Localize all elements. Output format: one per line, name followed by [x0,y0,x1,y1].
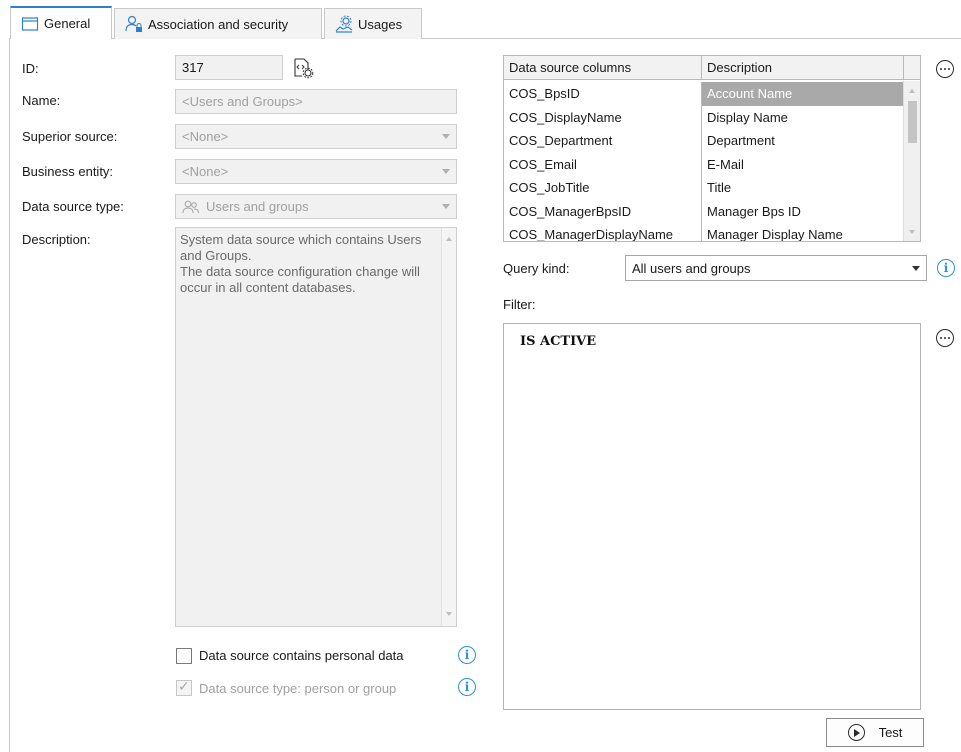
name-label: Name: [22,93,61,108]
business-entity-select[interactable]: <None> [175,159,457,184]
grid-cell-column: COS_DisplayName [504,105,702,129]
grid-cell-column: COS_ManagerBpsID [504,199,702,223]
table-row[interactable]: COS_ManagerBpsID Manager Bps ID [504,199,904,223]
superior-source-select[interactable]: <None> [175,124,457,149]
grid-cell-column: COS_ManagerDisplayName [504,223,702,241]
data-source-type-select[interactable]: Users and groups [175,194,457,219]
description-textarea[interactable]: System data source which contains Users … [175,227,457,627]
table-row[interactable]: COS_JobTitle Title [504,176,904,200]
tab-association-security-label: Association and security [148,16,289,32]
scroll-down-icon[interactable] [909,230,915,234]
grid-cell-description: Manager Bps ID [707,203,801,219]
grid-cell-column: COS_JobTitle [504,176,702,200]
grid-cell-description: Manager Display Name [707,227,843,242]
filter-editor[interactable]: IS ACTIVE [503,323,921,710]
more-options-icon[interactable] [936,329,954,347]
usage-gear-icon [335,15,353,33]
chevron-down-icon [912,266,920,271]
query-kind-value: All users and groups [632,260,751,276]
tab-usages[interactable]: Usages [324,8,422,39]
person-group-label: Data source type: person or group [199,681,397,696]
superior-source-label: Superior source: [22,129,118,144]
grid-cell-description: Account Name [702,82,904,106]
grid-cell-description: E-Mail [707,156,744,172]
name-field[interactable]: <Users and Groups> [175,89,457,114]
data-source-columns-grid[interactable]: Data source columns Description COS_BpsI… [503,55,921,242]
id-value: 317 [182,60,204,75]
person-group-checkbox: ✓ [176,678,192,696]
tab-general[interactable]: General [10,6,112,39]
grid-scroll-thumb[interactable] [908,101,917,143]
grid-cell-description: Title [707,180,732,195]
grid-cell-description: Department [707,133,775,148]
name-value: <Users and Groups> [182,94,303,109]
table-row[interactable]: COS_Department Department [504,129,904,153]
info-icon[interactable]: i [458,646,476,664]
chevron-down-icon [442,134,450,139]
id-label: ID: [22,61,39,76]
scroll-up-icon[interactable] [446,237,452,241]
table-row[interactable]: COS_BpsID Account Name [504,82,904,106]
chevron-down-icon [442,204,450,209]
user-lock-icon [125,15,143,33]
filter-expression: IS ACTIVE [520,334,597,349]
code-settings-icon[interactable] [292,57,314,79]
query-kind-select[interactable]: All users and groups [625,255,927,281]
info-icon[interactable]: i [937,259,955,277]
filter-label: Filter: [503,297,536,312]
description-scrollbar[interactable] [441,228,456,626]
tab-general-label: General [44,16,91,31]
description-value: System data source which contains Users … [180,232,422,295]
table-row[interactable]: COS_Email E-Mail [504,152,904,176]
info-icon[interactable]: i [458,678,476,696]
personal-data-label: Data source contains personal data [199,648,404,663]
tab-bar: General Association and security Usages [0,0,961,40]
personal-data-checkbox[interactable] [176,648,192,664]
scroll-down-icon[interactable] [446,612,452,616]
business-entity-value: <None> [182,164,229,179]
business-entity-label: Business entity: [22,164,114,179]
grid-cell-column: COS_Department [504,129,702,153]
grid-header-description[interactable]: Description [702,56,904,80]
play-icon [847,724,865,741]
users-group-icon [182,200,200,214]
grid-cell-column: COS_Email [504,152,702,176]
grid-header: Data source columns Description [504,56,920,80]
description-label: Description: [22,232,91,247]
tab-usages-label: Usages [358,16,403,32]
table-row[interactable]: COS_ManagerDisplayName Manager Display N… [504,223,904,242]
grid-scrollbar[interactable] [903,81,920,241]
grid-cell-column: COS_BpsID [504,82,702,106]
table-row[interactable]: COS_DisplayName Display Name [504,105,904,129]
panel-border [9,38,10,752]
data-source-type-label: Data source type: [22,199,124,214]
data-source-type-value: Users and groups [206,199,309,214]
window-icon [21,15,39,33]
id-field: 317 [175,55,283,80]
test-button[interactable]: Test [826,718,924,747]
tab-association-security[interactable]: Association and security [114,8,322,39]
more-options-icon[interactable] [936,60,954,78]
grid-header-columns[interactable]: Data source columns [504,56,702,80]
grid-cell-description: Display Name [707,109,788,125]
query-kind-label: Query kind: [503,261,570,276]
chevron-down-icon [442,169,450,174]
scroll-up-icon[interactable] [909,89,915,93]
superior-source-value: <None> [182,129,229,144]
test-button-label: Test [878,725,903,740]
checkmark-icon: ✓ [178,678,190,694]
